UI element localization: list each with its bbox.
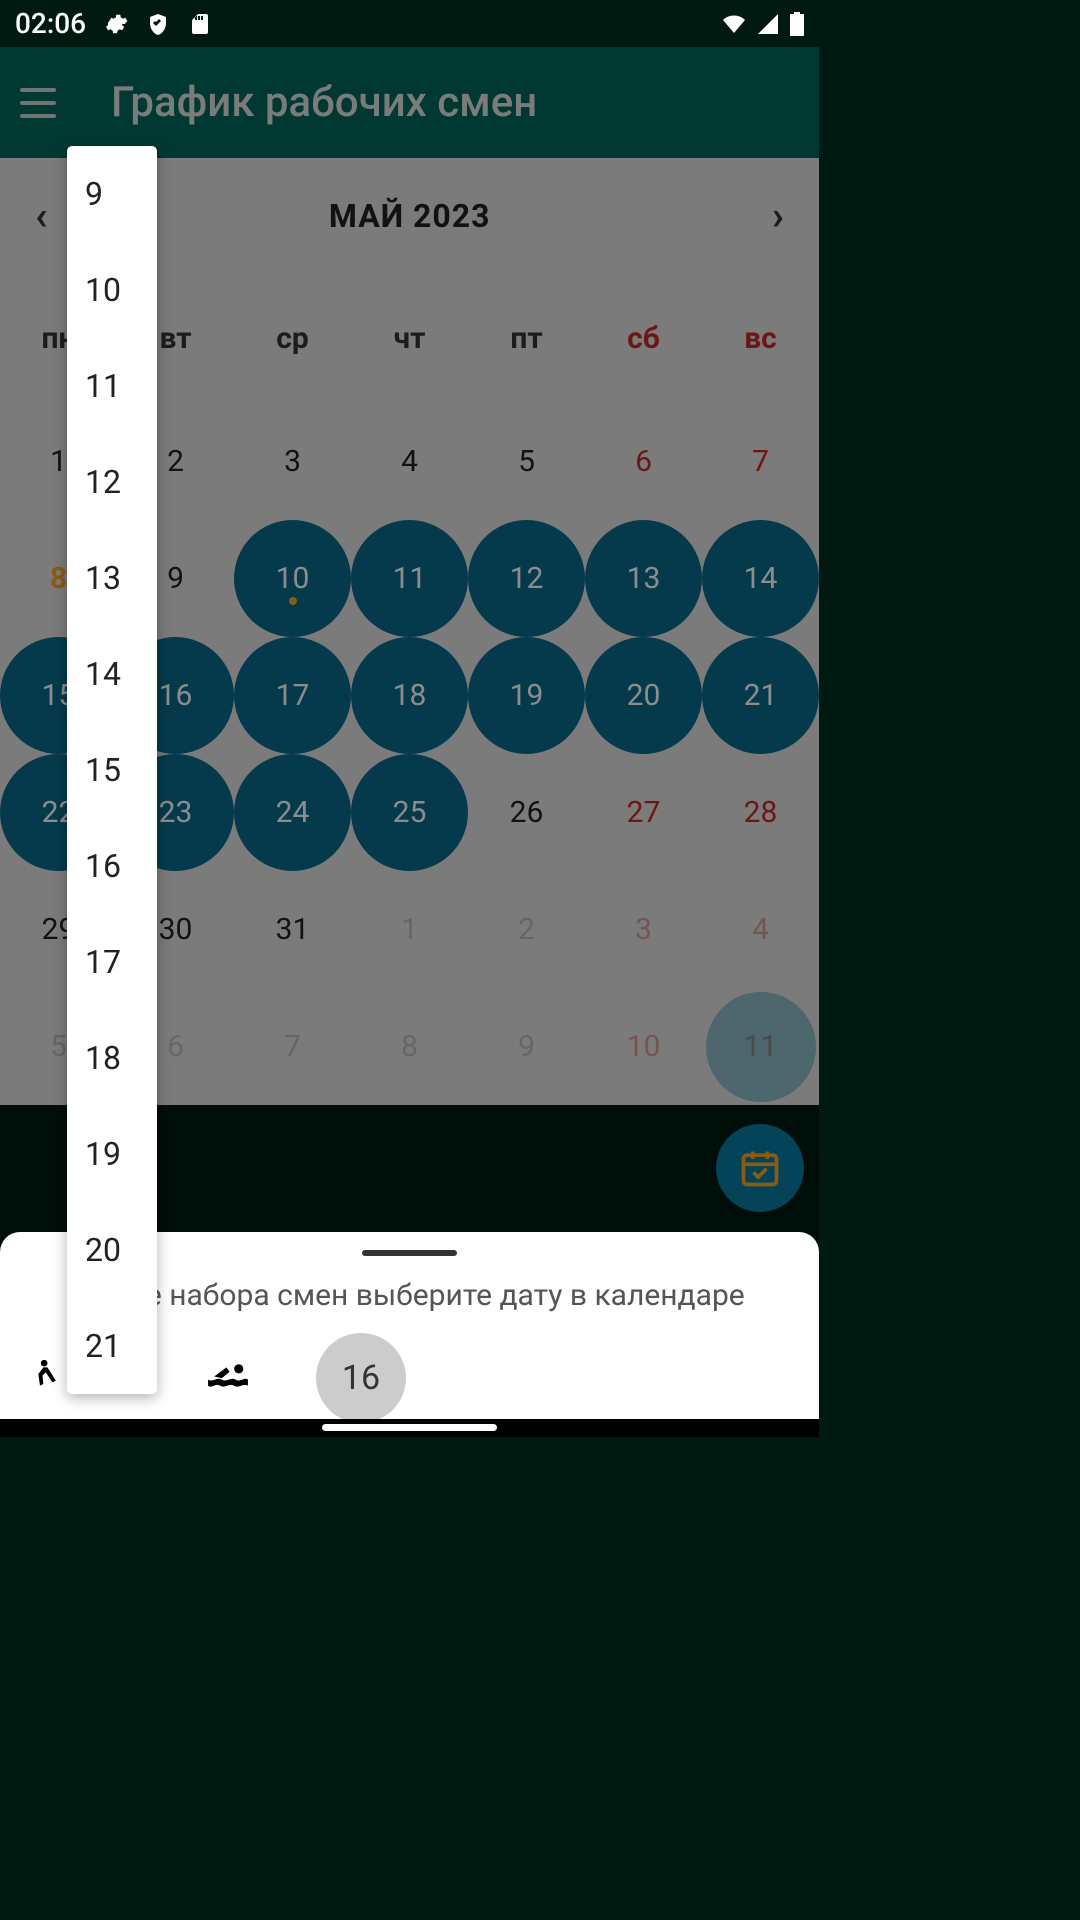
sheet-value: 16 [342, 1358, 380, 1398]
dropdown-item-21[interactable]: 21 [67, 1298, 157, 1394]
wifi-icon [722, 12, 746, 36]
sheet-drag-handle[interactable] [362, 1250, 457, 1256]
sd-card-icon [188, 12, 212, 36]
dropdown-item-20[interactable]: 20 [67, 1202, 157, 1298]
status-bar: 02:06 [0, 0, 819, 47]
battery-icon [790, 12, 804, 36]
digging-icon [25, 1354, 65, 1394]
sheet-value-bubble[interactable]: 16 [316, 1333, 406, 1423]
dropdown-item-12[interactable]: 12 [67, 434, 157, 530]
signal-icon [756, 12, 780, 36]
shield-icon [146, 12, 170, 36]
dropdown-item-10[interactable]: 10 [67, 242, 157, 338]
worker-icon [25, 1354, 65, 1403]
swimming-icon [205, 1360, 251, 1390]
gear-icon [104, 12, 128, 36]
dropdown-item-11[interactable]: 11 [67, 338, 157, 434]
dropdown-item-19[interactable]: 19 [67, 1106, 157, 1202]
status-time: 02:06 [15, 7, 86, 40]
dropdown-item-9[interactable]: 9 [67, 146, 157, 242]
dropdown-item-13[interactable]: 13 [67, 530, 157, 626]
dropdown-item-18[interactable]: 18 [67, 1010, 157, 1106]
dropdown-item-14[interactable]: 14 [67, 626, 157, 722]
dropdown-item-16[interactable]: 16 [67, 818, 157, 914]
worker-icon [205, 1357, 251, 1399]
dropdown-item-15[interactable]: 15 [67, 722, 157, 818]
dropdown-item-17[interactable]: 17 [67, 914, 157, 1010]
system-navbar [0, 1419, 819, 1437]
navbar-pill[interactable] [322, 1424, 497, 1431]
number-dropdown-menu[interactable]: 9101112131415161718192021 [67, 146, 157, 1394]
